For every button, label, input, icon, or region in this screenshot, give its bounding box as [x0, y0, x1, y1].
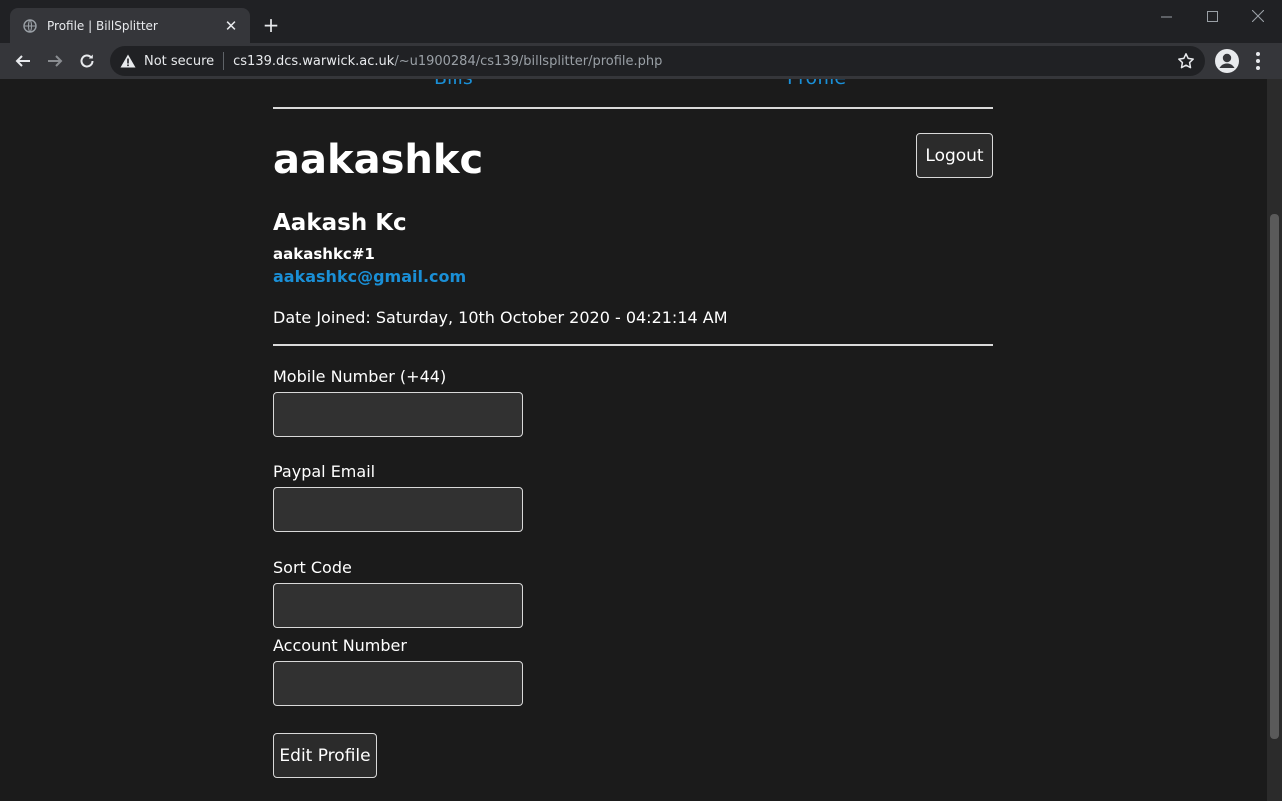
edit-profile-button[interactable]: Edit Profile — [273, 733, 377, 778]
address-bar[interactable]: Not secure cs139.dcs.warwick.ac.uk /~u19… — [110, 46, 1205, 76]
paypal-email-input[interactable] — [273, 487, 523, 532]
browser-toolbar: Not secure cs139.dcs.warwick.ac.uk /~u19… — [0, 43, 1282, 79]
globe-icon — [22, 18, 38, 34]
omnibox-divider — [223, 52, 225, 70]
account-number-label: Account Number — [273, 636, 407, 655]
bookmark-star-icon[interactable] — [1177, 52, 1195, 70]
sort-code-input[interactable] — [273, 583, 523, 628]
page-viewport: Bills Profile aakashkc Logout Aakash Kc … — [0, 79, 1282, 801]
full-name: Aakash Kc — [273, 210, 407, 236]
mobile-number-input[interactable] — [273, 392, 523, 437]
new-tab-icon[interactable]: + — [260, 13, 282, 37]
warning-icon[interactable] — [120, 54, 136, 68]
sort-code-label: Sort Code — [273, 558, 352, 577]
page-title: aakashkc — [273, 137, 484, 183]
user-tag: aakashkc#1 — [273, 245, 375, 263]
nav-divider — [273, 107, 993, 109]
site-nav: Bills Profile — [273, 79, 993, 107]
nav-link-bills[interactable]: Bills — [434, 79, 473, 89]
scrollbar[interactable] — [1267, 79, 1282, 801]
tab-title: Profile | BillSplitter — [47, 18, 158, 33]
close-icon[interactable]: ✕ — [222, 17, 240, 35]
nav-link-profile[interactable]: Profile — [787, 79, 846, 89]
back-arrow-icon[interactable] — [9, 47, 37, 75]
browser-tab[interactable]: Profile | BillSplitter ✕ — [10, 8, 250, 43]
section-divider — [273, 344, 993, 346]
mobile-label: Mobile Number (+44) — [273, 367, 447, 386]
profile-page: Bills Profile aakashkc Logout Aakash Kc … — [273, 79, 993, 778]
url-host: cs139.dcs.warwick.ac.uk — [233, 53, 395, 69]
paypal-label: Paypal Email — [273, 462, 376, 481]
email-link[interactable]: aakashkc@gmail.com — [273, 267, 466, 286]
logout-button[interactable]: Logout — [916, 133, 993, 178]
url-path: /~u1900284/cs139/billsplitter/profile.ph… — [394, 53, 663, 69]
reload-icon[interactable] — [73, 47, 101, 75]
scrollbar-thumb[interactable] — [1270, 214, 1279, 739]
forward-arrow-icon[interactable] — [41, 47, 69, 75]
minimize-icon[interactable] — [1143, 5, 1189, 27]
account-number-input[interactable] — [273, 661, 523, 706]
window-close-icon[interactable] — [1235, 5, 1281, 27]
security-label[interactable]: Not secure — [144, 54, 214, 69]
date-joined: Date Joined: Saturday, 10th October 2020… — [273, 308, 728, 327]
account-avatar-icon[interactable] — [1214, 48, 1240, 74]
maximize-icon[interactable] — [1189, 5, 1235, 27]
tab-strip: Profile | BillSplitter ✕ + — [0, 0, 1282, 43]
browser-menu-icon[interactable] — [1250, 49, 1266, 73]
